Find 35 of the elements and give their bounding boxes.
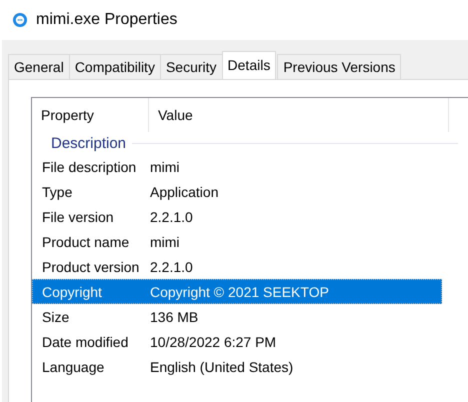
property-name: Type <box>41 184 74 200</box>
list-row[interactable]: Type Application <box>32 179 442 204</box>
property-name: File description <box>41 158 138 174</box>
property-name: Copyright <box>41 284 103 300</box>
property-value: mimi <box>149 234 180 250</box>
tab[interactable]: General <box>8 54 70 79</box>
property-value: Application <box>149 184 218 200</box>
property-name: Product version <box>41 258 140 274</box>
property-name: Language <box>41 358 106 374</box>
list-row[interactable]: Date modified 10/28/2022 6:27 PM <box>32 329 442 354</box>
property-name: Size <box>41 308 70 324</box>
list-row[interactable]: File description mimi <box>32 154 442 179</box>
property-value: 2.2.1.0 <box>149 208 193 224</box>
list-row[interactable]: Size 136 MB <box>32 304 442 329</box>
list-row[interactable]: Product version 2.2.1.0 <box>32 254 442 279</box>
property-value: mimi <box>149 158 180 174</box>
column-header[interactable]: Value <box>149 98 449 132</box>
property-value: English (United States) <box>149 358 294 374</box>
list-row[interactable]: Copyright Copyright © 2021 SEEKTOP <box>32 279 442 304</box>
group-heading: Description <box>51 134 126 152</box>
property-name: Product name <box>41 234 130 250</box>
tab[interactable]: Details <box>222 51 276 79</box>
list-row[interactable]: File version 2.2.1.0 <box>32 204 442 229</box>
tab[interactable]: Previous Versions <box>277 54 402 79</box>
column-header[interactable]: Property <box>32 98 149 132</box>
property-value: Copyright © 2021 SEEKTOP <box>149 284 329 300</box>
property-value: 2.2.1.0 <box>149 258 193 274</box>
list-row[interactable]: Language English (United States) <box>32 354 442 379</box>
property-value: 10/28/2022 6:27 PM <box>149 334 276 350</box>
property-name: Date modified <box>41 334 130 350</box>
property-name: File version <box>41 208 115 224</box>
chat-bubble-icon <box>12 12 28 28</box>
window-title: mimi.exe Properties <box>36 11 178 29</box>
property-value: 136 MB <box>149 308 198 324</box>
list-row[interactable]: Product name mimi <box>32 229 442 254</box>
